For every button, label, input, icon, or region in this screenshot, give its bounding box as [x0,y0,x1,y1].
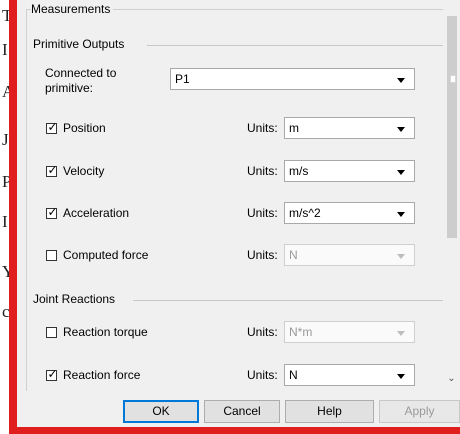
reaction-torque-units-value: N*m [289,325,313,339]
velocity-checkbox[interactable]: ✓ [46,163,58,177]
check-icon: ✓ [47,367,58,381]
computed-force-checkbox[interactable] [46,250,57,261]
check-icon: ✓ [47,163,58,177]
computed-force-units-dropdown[interactable]: N [284,244,415,266]
chevron-down-icon [397,331,405,336]
connected-primitive-value: P1 [175,72,190,86]
velocity-label: Velocity [63,164,105,178]
joint-reactions-divider [133,300,443,301]
apply-button[interactable]: Apply [379,400,460,423]
chevron-down-icon [397,78,405,83]
scrollbar-marker [450,75,456,83]
reaction-force-units-dropdown[interactable]: N [284,364,415,386]
position-units-label: Units: [247,121,278,135]
connected-to-label-2: primitive: [45,81,94,95]
reaction-torque-units-label: Units: [247,325,278,339]
reaction-force-units-label: Units: [247,368,278,382]
check-icon: ✓ [47,120,58,134]
help-button[interactable]: Help [285,400,374,423]
acceleration-checkbox[interactable]: ✓ [46,205,58,219]
reaction-torque-units-dropdown[interactable]: N*m [284,321,415,343]
acceleration-units-value: m/s^2 [289,206,321,220]
chevron-down-icon [397,127,405,132]
primitive-outputs-title: Primitive Outputs [33,37,128,51]
reaction-force-units-value: N [289,368,298,382]
position-units-dropdown[interactable]: m [284,117,415,139]
position-checkbox[interactable]: ✓ [46,120,58,134]
chevron-down-icon [397,374,405,379]
check-icon: ✓ [47,205,58,219]
reaction-force-checkbox[interactable]: ✓ [46,367,58,381]
connected-primitive-dropdown[interactable]: P1 [170,68,415,90]
position-units-value: m [289,121,299,135]
computed-force-units-value: N [289,248,298,262]
velocity-units-value: m/s [289,164,309,178]
joint-reactions-title: Joint Reactions [33,292,119,306]
acceleration-units-dropdown[interactable]: m/s^2 [284,202,415,224]
measurements-group-title: Measurements [31,2,114,16]
position-label: Position [63,121,106,135]
background-glyph: J [2,130,9,149]
measurements-dialog: Measurements Primitive Outputs Connected… [17,0,460,427]
scrollbar-thumb[interactable] [447,16,457,238]
velocity-units-label: Units: [247,164,278,178]
velocity-units-dropdown[interactable]: m/s [284,160,415,182]
scroll-down-icon[interactable]: ⌄ [446,372,457,386]
dialog-scroll-content: Measurements Primitive Outputs Connected… [17,0,443,391]
computed-force-label: Computed force [63,248,149,262]
cancel-button[interactable]: Cancel [204,400,280,423]
ok-button[interactable]: OK [123,400,199,423]
background-glyph: I [2,40,8,59]
acceleration-label: Acceleration [63,206,130,220]
chevron-down-icon [397,254,405,259]
reaction-torque-checkbox[interactable] [46,327,57,338]
background-glyph: I [2,212,8,231]
connected-to-label: Connected to [45,66,117,80]
chevron-down-icon [397,170,405,175]
primitive-outputs-divider [147,45,443,46]
acceleration-units-label: Units: [247,206,278,220]
reaction-torque-label: Reaction torque [63,325,148,339]
reaction-force-label: Reaction force [63,368,141,382]
chevron-down-icon [397,212,405,217]
computed-force-units-label: Units: [247,248,278,262]
